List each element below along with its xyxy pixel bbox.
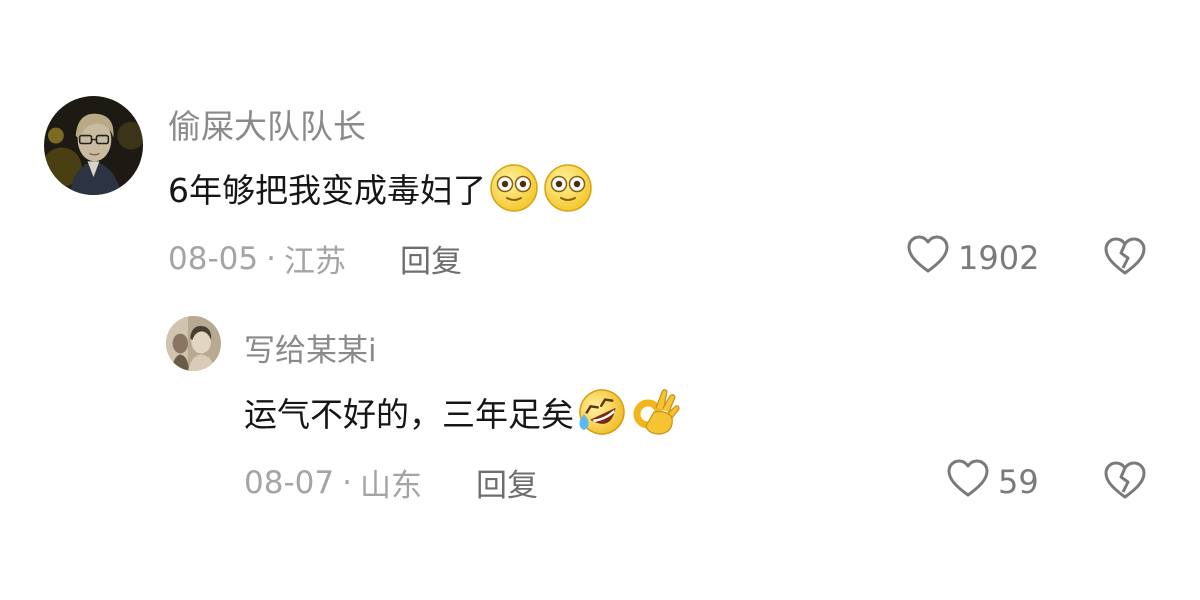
heart-outline-icon xyxy=(906,234,950,282)
rolling-on-floor-laughing-emoji xyxy=(576,386,628,438)
reply-button[interactable]: 回复 xyxy=(400,236,462,281)
broken-heart-icon xyxy=(1103,461,1147,504)
dislike-button[interactable] xyxy=(1103,236,1147,280)
like-button[interactable]: 1902 xyxy=(906,234,1039,282)
like-count: 1902 xyxy=(958,239,1040,277)
comment-meta: 08-05 · 江苏 xyxy=(168,236,346,281)
comment-date: 08-07 xyxy=(244,464,335,501)
broken-heart-icon xyxy=(1103,237,1147,280)
avatar[interactable] xyxy=(166,316,221,371)
comment-text-row: 6年够把我变成毒妇了 xyxy=(168,162,594,214)
meta-separator: · xyxy=(266,240,276,277)
comment-username[interactable]: 写给某某i xyxy=(244,325,377,370)
flushed-face-emoji xyxy=(488,162,540,214)
comment-meta: 08-07 · 山东 xyxy=(244,460,422,505)
comment-username[interactable]: 偷屎大队队长 xyxy=(168,100,366,148)
heart-outline-icon xyxy=(946,458,990,506)
like-count: 59 xyxy=(998,463,1039,501)
meta-separator: · xyxy=(342,464,352,501)
ok-hand-emoji xyxy=(630,386,682,438)
comment-date: 08-05 xyxy=(168,240,259,277)
comment-thread: 偷屎大队队长 6年够把我变成毒妇了 08-05 · 江苏 回复 1902 写给某… xyxy=(0,0,1200,600)
comment-text-row: 运气不好的，三年足矣 xyxy=(244,386,682,438)
comment-text: 运气不好的，三年足矣 xyxy=(244,395,574,434)
flushed-face-emoji xyxy=(542,162,594,214)
like-button[interactable]: 59 xyxy=(946,458,1039,506)
avatar[interactable] xyxy=(44,96,143,195)
comment-location: 江苏 xyxy=(283,244,346,280)
comment-text: 6年够把我变成毒妇了 xyxy=(168,171,486,210)
reply-button[interactable]: 回复 xyxy=(476,460,538,505)
dislike-button[interactable] xyxy=(1103,460,1147,504)
comment-location: 山东 xyxy=(359,468,422,504)
